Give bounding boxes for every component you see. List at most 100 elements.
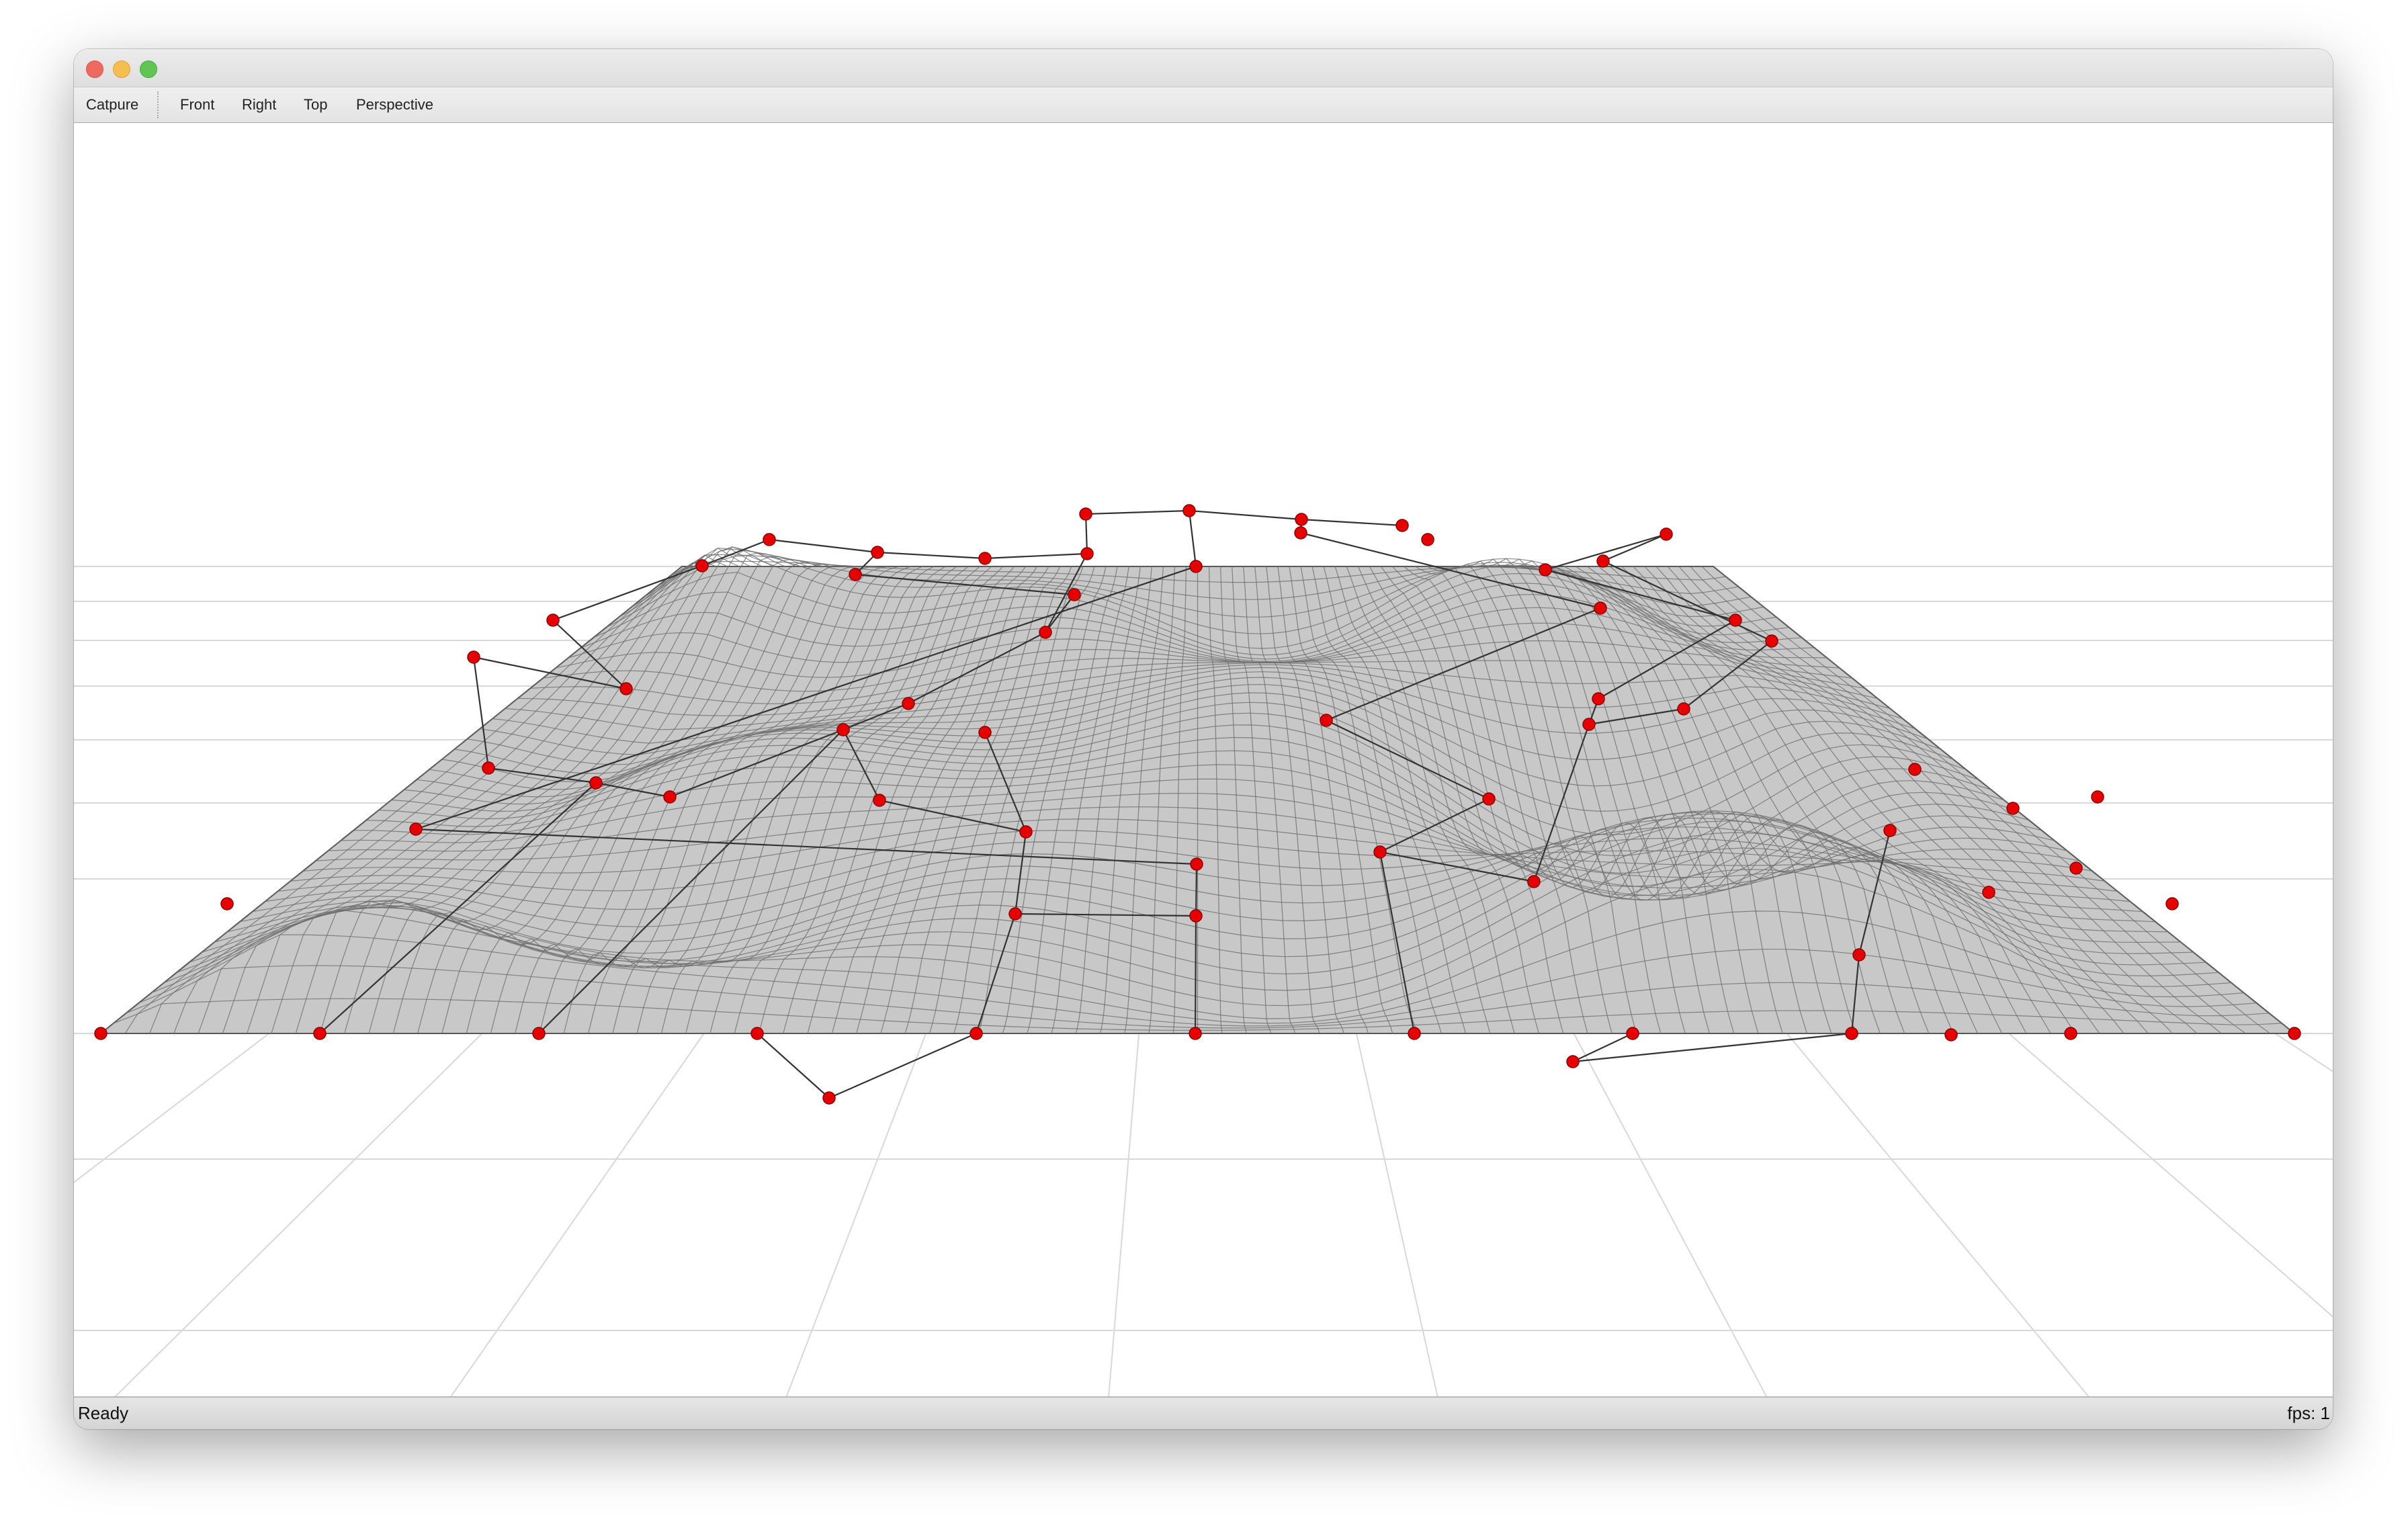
control-point[interactable]: [1079, 507, 1092, 521]
control-point[interactable]: [1395, 519, 1409, 532]
status-bar: Ready fps: 1: [74, 1396, 2333, 1429]
control-point[interactable]: [1944, 1028, 1958, 1042]
control-point[interactable]: [1190, 857, 1203, 871]
control-point[interactable]: [1294, 526, 1307, 540]
control-point[interactable]: [1408, 1027, 1421, 1040]
control-point[interactable]: [1908, 763, 1922, 776]
control-point[interactable]: [1189, 909, 1203, 923]
floor-grid-line: [74, 1033, 269, 1183]
floor-grid-line: [785, 1033, 927, 1398]
control-point[interactable]: [978, 552, 992, 565]
3d-viewport[interactable]: [74, 123, 2333, 1398]
control-point[interactable]: [1182, 504, 1196, 517]
control-point[interactable]: [2006, 802, 2020, 815]
toolbar-buttons: Catpure Front Right Top Perspective: [74, 87, 2333, 122]
control-point[interactable]: [970, 1027, 983, 1040]
control-net-line: [1085, 509, 1190, 515]
control-point[interactable]: [1539, 563, 1552, 577]
control-point[interactable]: [546, 613, 560, 627]
front-view-button[interactable]: Front: [180, 87, 214, 122]
maximize-icon[interactable]: [140, 60, 157, 78]
control-net-line: [1602, 533, 1667, 562]
control-point[interactable]: [313, 1027, 327, 1040]
control-net-line: [1188, 510, 1197, 567]
control-point[interactable]: [1582, 718, 1596, 731]
control-point[interactable]: [1295, 513, 1308, 526]
control-point[interactable]: [763, 533, 776, 546]
control-net-line: [1301, 518, 1403, 527]
control-point[interactable]: [849, 568, 862, 581]
toolbar-separator: [157, 91, 159, 118]
floor-grid-line: [1108, 1033, 1140, 1398]
control-point[interactable]: [1189, 1027, 1202, 1040]
control-point[interactable]: [1566, 1055, 1580, 1068]
control-point[interactable]: [1883, 824, 1897, 837]
control-point[interactable]: [1729, 613, 1742, 627]
control-point[interactable]: [1527, 875, 1541, 888]
perspective-view-button[interactable]: Perspective: [356, 87, 433, 122]
control-net-line: [877, 551, 986, 560]
surface-scene[interactable]: [74, 123, 2333, 1398]
control-point[interactable]: [1852, 948, 1866, 962]
control-point[interactable]: [1592, 692, 1605, 706]
title-bar[interactable]: [74, 49, 2333, 87]
control-point[interactable]: [2165, 897, 2179, 910]
right-view-button[interactable]: Right: [242, 87, 276, 122]
control-point[interactable]: [467, 650, 480, 664]
bspline-surface: [99, 546, 2296, 1034]
control-point[interactable]: [589, 776, 603, 790]
control-point[interactable]: [2064, 1027, 2077, 1040]
control-point[interactable]: [1373, 845, 1387, 859]
control-point[interactable]: [1421, 533, 1434, 546]
control-point[interactable]: [871, 546, 884, 559]
control-point[interactable]: [619, 682, 633, 695]
control-net-line: [1189, 509, 1302, 521]
control-point[interactable]: [750, 1027, 764, 1040]
control-point[interactable]: [1660, 527, 1673, 541]
capture-button[interactable]: Catpure: [86, 87, 138, 122]
control-point[interactable]: [1677, 702, 1690, 716]
control-point[interactable]: [1068, 588, 1081, 601]
control-net-line: [769, 538, 878, 554]
control-point[interactable]: [836, 723, 850, 736]
control-point[interactable]: [220, 897, 234, 910]
floor-grid-line: [1355, 1033, 1438, 1398]
control-point[interactable]: [532, 1027, 546, 1040]
control-point[interactable]: [1039, 626, 1052, 639]
control-net-line: [1194, 915, 1197, 1034]
control-point[interactable]: [822, 1091, 836, 1105]
top-view-button[interactable]: Top: [304, 87, 327, 122]
control-point[interactable]: [2288, 1027, 2301, 1040]
control-point[interactable]: [978, 726, 992, 739]
control-point[interactable]: [409, 822, 423, 836]
control-point[interactable]: [2069, 861, 2083, 875]
control-point[interactable]: [1008, 907, 1022, 921]
close-icon[interactable]: [86, 60, 103, 78]
control-point[interactable]: [482, 761, 495, 775]
control-point[interactable]: [94, 1027, 108, 1040]
minimize-icon[interactable]: [113, 60, 130, 78]
control-point[interactable]: [1765, 634, 1778, 648]
control-point[interactable]: [1080, 547, 1094, 560]
control-point[interactable]: [1189, 560, 1203, 573]
app-window: Catpure Front Right Top Perspective Read…: [74, 49, 2333, 1429]
control-net-line: [757, 1033, 830, 1099]
control-point[interactable]: [1019, 825, 1033, 839]
control-point[interactable]: [902, 697, 915, 710]
control-point[interactable]: [1596, 554, 1610, 568]
floor-grid-line: [2008, 1033, 2333, 1318]
control-point[interactable]: [2091, 790, 2104, 804]
control-point[interactable]: [663, 790, 677, 804]
control-point[interactable]: [1626, 1027, 1639, 1040]
control-net-line: [984, 552, 1088, 560]
floor-grid-line: [1786, 1033, 2090, 1398]
control-point[interactable]: [1320, 714, 1333, 727]
control-net-line: [1195, 863, 1198, 917]
control-point[interactable]: [1845, 1027, 1858, 1040]
control-point[interactable]: [1594, 601, 1607, 615]
control-point[interactable]: [1482, 792, 1496, 806]
control-point[interactable]: [695, 559, 709, 572]
control-net-line: [828, 1032, 977, 1099]
control-point[interactable]: [1982, 886, 1995, 899]
control-point[interactable]: [873, 794, 886, 807]
